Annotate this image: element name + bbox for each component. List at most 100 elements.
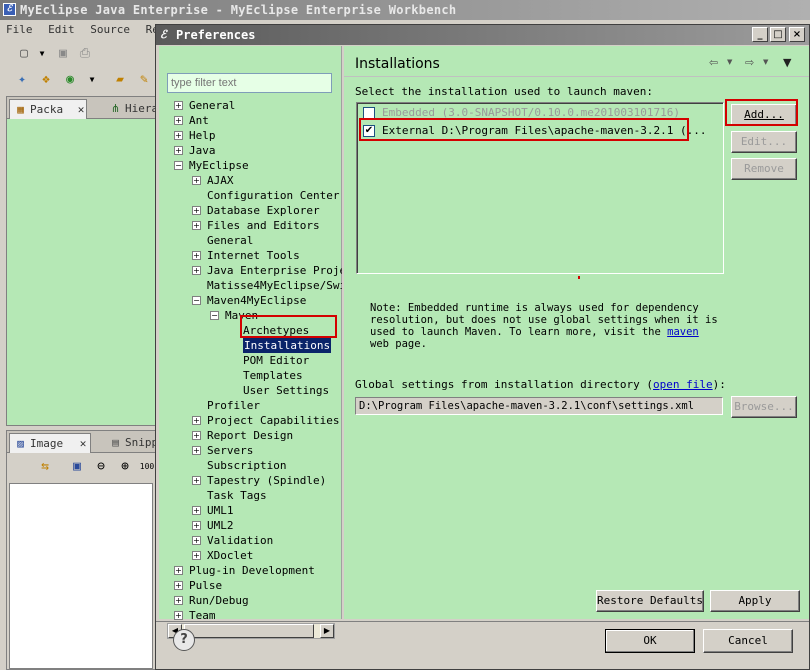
tab-image[interactable]: ▨ Image ✕ xyxy=(9,433,91,453)
tree-node[interactable]: + Internet Tools xyxy=(159,248,342,263)
back-icon[interactable]: ⇦ xyxy=(709,56,718,69)
remove-button[interactable]: Remove xyxy=(731,158,797,180)
expand-icon[interactable]: + xyxy=(192,446,201,455)
chevron-down-icon[interactable]: ▼ xyxy=(84,72,100,88)
expand-icon[interactable]: + xyxy=(174,146,183,155)
menu-file[interactable]: File xyxy=(6,23,33,36)
scroll-right-icon[interactable]: ▶ xyxy=(320,624,334,638)
filter-input[interactable] xyxy=(167,73,332,93)
view-menu-icon[interactable]: ▼ xyxy=(783,56,791,69)
minimize-button[interactable]: _ xyxy=(752,27,768,42)
deploy-icon[interactable]: ❖ xyxy=(38,72,54,88)
chevron-down-icon[interactable]: ▼ xyxy=(34,46,50,62)
installation-row-external[interactable]: ✔ External D:\Program Files\apache-maven… xyxy=(363,123,707,139)
expand-icon[interactable]: + xyxy=(192,176,201,185)
forward-icon[interactable]: ⇨ xyxy=(745,56,754,69)
expand-icon[interactable]: + xyxy=(192,206,201,215)
tree-node[interactable]: General xyxy=(159,233,342,248)
restore-defaults-button[interactable]: Restore Defaults xyxy=(596,590,704,612)
tree-node[interactable]: + Plug-in Development xyxy=(159,563,342,578)
tree-node[interactable]: + AJAX xyxy=(159,173,342,188)
zoom-out-icon[interactable]: ⊖ xyxy=(93,459,109,475)
close-button[interactable]: × xyxy=(789,27,805,42)
chevron-down-icon[interactable]: ▼ xyxy=(763,58,768,66)
add-button[interactable]: Add... xyxy=(731,104,797,126)
maximize-button[interactable]: □ xyxy=(770,27,786,42)
tab-snippets[interactable]: ▤ Snipp xyxy=(105,433,159,453)
tab-hierarchy[interactable]: ⋔ Hiera xyxy=(105,99,159,119)
apply-button[interactable]: Apply xyxy=(710,590,800,612)
expand-icon[interactable]: + xyxy=(174,131,183,140)
tab-package-explorer[interactable]: ▦ Packa ✕ xyxy=(9,99,87,119)
tree-node[interactable]: + General xyxy=(159,98,342,113)
tree-node[interactable]: Templates xyxy=(159,368,342,383)
expand-icon[interactable]: + xyxy=(174,566,183,575)
tree-node[interactable]: Task Tags xyxy=(159,488,342,503)
expand-icon[interactable]: + xyxy=(192,536,201,545)
edit-button[interactable]: Edit... xyxy=(731,131,797,153)
open-folder-icon[interactable]: ▰ xyxy=(112,72,128,88)
tree-node[interactable]: + Database Explorer xyxy=(159,203,342,218)
open-file-link[interactable]: open file xyxy=(653,378,713,391)
expand-icon[interactable]: + xyxy=(174,596,183,605)
expand-icon[interactable]: + xyxy=(192,506,201,515)
expand-icon[interactable]: + xyxy=(192,521,201,530)
installation-row-embedded[interactable]: Embedded (3.0-SNAPSHOT/0.10.0.me20100310… xyxy=(363,105,703,121)
tree-node[interactable]: + UML2 xyxy=(159,518,342,533)
expand-icon[interactable]: + xyxy=(174,581,183,590)
expand-icon[interactable]: + xyxy=(192,476,201,485)
tree-node[interactable]: + Servers xyxy=(159,443,342,458)
tree-node[interactable]: + Tapestry (Spindle) xyxy=(159,473,342,488)
help-icon[interactable]: ? xyxy=(173,629,195,651)
tree-node[interactable]: + UML1 xyxy=(159,503,342,518)
tree-node[interactable]: + Validation xyxy=(159,533,342,548)
zoom-in-icon[interactable]: ⊕ xyxy=(117,459,133,475)
tree-node[interactable]: POM Editor xyxy=(159,353,342,368)
expand-icon[interactable]: + xyxy=(174,611,183,620)
expand-icon[interactable]: + xyxy=(192,266,201,275)
new-icon[interactable]: ▢ xyxy=(16,46,32,62)
tree-node[interactable]: + Java Enterprise Proje xyxy=(159,263,342,278)
save-icon[interactable]: ▣ xyxy=(55,46,71,62)
ok-button[interactable]: OK xyxy=(605,629,695,653)
embedded-checkbox[interactable] xyxy=(363,107,375,119)
tree-node[interactable]: − Maven4MyEclipse xyxy=(159,293,342,308)
collapse-icon[interactable]: − xyxy=(210,311,219,320)
external-checkbox[interactable]: ✔ xyxy=(363,125,375,137)
tree-node[interactable]: − Maven xyxy=(159,308,342,323)
tree-node[interactable]: + Help xyxy=(159,128,342,143)
expand-icon[interactable]: + xyxy=(192,251,201,260)
global-settings-field[interactable]: D:\Program Files\apache-maven-3.2.1\conf… xyxy=(355,397,723,415)
tree-node[interactable]: − MyEclipse xyxy=(159,158,342,173)
menu-edit[interactable]: Edit xyxy=(48,23,75,36)
tree-node[interactable]: User Settings xyxy=(159,383,342,398)
tree-node[interactable]: + Project Capabilities xyxy=(159,413,342,428)
tree-node[interactable]: + Report Design xyxy=(159,428,342,443)
tree-node[interactable]: Matisse4MyEclipse/Swi xyxy=(159,278,342,293)
browse-button[interactable]: Browse... xyxy=(731,396,797,418)
tree-node[interactable]: + Java xyxy=(159,143,342,158)
expand-icon[interactable]: + xyxy=(192,416,201,425)
tree-node[interactable]: Configuration Center xyxy=(159,188,342,203)
maven-link[interactable]: maven xyxy=(667,326,699,338)
collapse-icon[interactable]: − xyxy=(192,296,201,305)
refresh-icon[interactable]: ⇆ xyxy=(37,459,53,475)
tree-node[interactable]: + XDoclet xyxy=(159,548,342,563)
chevron-down-icon[interactable]: ▼ xyxy=(727,58,732,66)
close-icon[interactable]: ✕ xyxy=(80,437,87,450)
print-icon[interactable]: ⎙ xyxy=(77,46,93,62)
expand-icon[interactable]: + xyxy=(192,551,201,560)
expand-icon[interactable]: + xyxy=(174,101,183,110)
tree-node[interactable]: + Files and Editors xyxy=(159,218,342,233)
run-icon[interactable]: ◉ xyxy=(62,72,78,88)
expand-icon[interactable]: + xyxy=(192,221,201,230)
menu-source[interactable]: Source xyxy=(90,23,130,36)
debug-icon[interactable]: ✦ xyxy=(14,72,30,88)
expand-icon[interactable]: + xyxy=(192,431,201,440)
scrollbar-thumb[interactable] xyxy=(184,624,314,638)
tree-node[interactable]: Subscription xyxy=(159,458,342,473)
close-icon[interactable]: ✕ xyxy=(78,103,85,116)
zoom-100-icon[interactable]: 100 xyxy=(139,459,155,475)
brush-icon[interactable]: ✎ xyxy=(136,72,152,88)
tree-node[interactable]: Archetypes xyxy=(159,323,342,338)
